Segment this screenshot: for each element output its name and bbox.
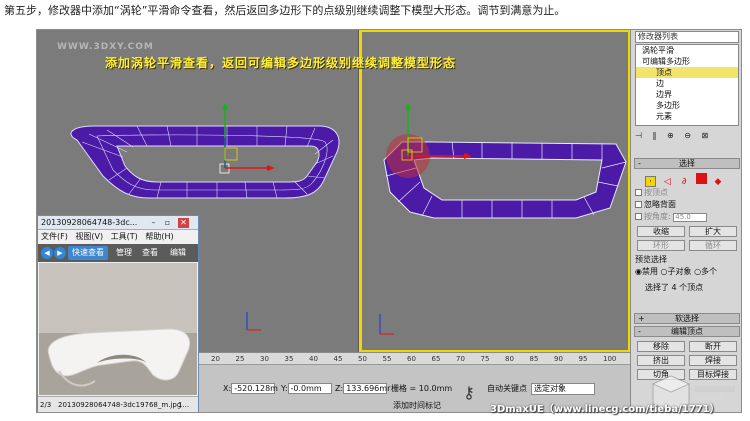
set-key-icon[interactable]: ⚷ <box>457 381 481 405</box>
ruler-tick-label: 35 <box>284 355 294 363</box>
viewport-right-scene <box>379 102 627 335</box>
viewer-title: 20130928064748-3dc... <box>41 218 138 227</box>
view-button[interactable]: 查看 <box>142 244 158 262</box>
bench-photo <box>39 263 197 395</box>
modifier-stack[interactable]: 涡轮平滑 可编辑多边形 顶点 边 边界 多边形 元素 <box>635 44 739 126</box>
extrude-button[interactable]: 挤出 <box>637 355 685 366</box>
shrink-button[interactable]: 收缩 <box>637 226 685 237</box>
time-ruler[interactable]: 20 25 30 35 40 45 50 55 60 65 70 75 80 85 90 95 100 <box>193 353 630 365</box>
axis-tripod-right <box>379 314 394 335</box>
stack-item-element[interactable]: 元素 <box>636 111 738 122</box>
ruler-tick-label: 70 <box>456 355 465 363</box>
maximize-icon[interactable]: ▫ <box>162 218 173 228</box>
selected-object-dropdown[interactable]: 选定对象 <box>531 383 595 395</box>
add-time-tag[interactable]: 添加时间标记 <box>393 400 441 412</box>
ruler-tick-label: 80 <box>505 355 514 363</box>
ruler-tick-label: 55 <box>382 355 392 363</box>
viewport-banner: 添加涡轮平滑查看，返回可编辑多边形级别继续调整模型形态 <box>105 56 457 70</box>
ruler-tick-label: 85 <box>529 355 539 363</box>
footer-watermark: 3DmaxUE（www.linecg.com/tieba/1771） <box>490 404 720 415</box>
radio-subobject-icon[interactable]: ○ <box>661 267 668 276</box>
ruler-tick-label: 90 <box>554 355 563 363</box>
modifier-list-dropdown[interactable]: 修改器列表 <box>635 31 739 43</box>
by-vertex-checkbox[interactable]: 按顶点 <box>635 187 739 199</box>
turbosmooth-mesh-inner <box>116 145 320 183</box>
break-button[interactable]: 断开 <box>689 341 737 352</box>
remove-button[interactable]: 移除 <box>637 341 685 352</box>
polygon-mode-icon[interactable] <box>695 173 707 184</box>
stack-item-turbosmooth[interactable]: 涡轮平滑 <box>636 45 738 56</box>
viewer-menubar: 文件(F) 视图(V) 工具(T) 帮助(H) <box>38 231 198 243</box>
vertex-mode-icon[interactable]: · <box>645 176 656 187</box>
loop-button[interactable]: 循环 <box>689 240 737 251</box>
status-extra: 1... <box>178 401 190 409</box>
radio-multi-icon[interactable]: ○ <box>694 267 701 276</box>
stack-item-border[interactable]: 边界 <box>636 89 738 100</box>
ruler-tick-label: 20 <box>211 355 220 363</box>
ignore-backfacing-checkbox[interactable]: 忽略背面 <box>635 199 739 211</box>
menu-tools[interactable]: 工具(T) <box>111 232 138 241</box>
stack-tool-icons[interactable]: ⊣ ‖ ⊕ ⊖ ⊠ <box>635 130 739 142</box>
forward-icon[interactable]: ▶ <box>54 247 66 259</box>
y-coordinate[interactable]: Y: -0.0mm <box>281 383 332 395</box>
ruler-tick-label: 50 <box>358 355 367 363</box>
edit-vertices-rollout[interactable]: - 编辑顶点 <box>634 326 740 337</box>
by-angle-checkbox[interactable]: 按角度: 45.0 <box>635 211 739 223</box>
viewport-right-active[interactable] <box>360 30 630 352</box>
ruler-tick-label: 40 <box>309 355 318 363</box>
grid-size: 栅格 = 10.0mm <box>391 384 453 393</box>
stack-item-editable-poly[interactable]: 可编辑多边形 <box>636 56 738 67</box>
grow-button[interactable]: 扩大 <box>689 226 737 237</box>
z-coordinate[interactable]: Z: 133.696mr <box>335 383 390 395</box>
bench-photo-art <box>39 263 197 395</box>
ruler-tick-label: 65 <box>431 355 441 363</box>
ruler-tick-label: 25 <box>235 355 245 363</box>
preview-selection-radios[interactable]: ◉禁用 ○子对象 ○多个 <box>635 266 739 278</box>
menu-help[interactable]: 帮助(H) <box>145 232 173 241</box>
quick-view-button[interactable]: 快速查看 <box>68 246 108 260</box>
selection-info: 选择了 4 个顶点 <box>645 283 704 292</box>
viewer-toolbar: ◀ ▶ 快速查看 管理 查看 编辑 <box>38 244 198 262</box>
ruler-tick-label: 45 <box>333 355 343 363</box>
stack-item-edge[interactable]: 边 <box>636 78 738 89</box>
ruler-tick-label: 100 <box>603 355 617 363</box>
manage-button[interactable]: 管理 <box>116 244 132 262</box>
auto-key-button[interactable]: 自动关键点 <box>487 383 527 395</box>
axis-tripod-left <box>246 312 261 331</box>
selection-rollout-header[interactable]: - 选择 <box>634 158 740 169</box>
max-screenshot: WWW.3DXY.COM 添加涡轮平滑查看，返回可编辑多边形级别继续调整模型形态… <box>36 29 742 413</box>
radio-disabled-icon[interactable]: ◉ <box>635 267 642 276</box>
minimize-icon[interactable]: – <box>148 218 159 228</box>
menu-file[interactable]: 文件(F) <box>41 232 68 241</box>
stack-item-polygon[interactable]: 多边形 <box>636 100 738 111</box>
viewer-titlebar[interactable]: 20130928064748-3dc... – ▫ ✕ <box>38 216 198 230</box>
ruler-tick-label: 95 <box>578 355 588 363</box>
photo-viewer-window: 20130928064748-3dc... – ▫ ✕ 文件(F) 视图(V) … <box>37 215 199 412</box>
preview-selection-label: 预览选择 <box>635 255 667 264</box>
status-filename: 20130928064748-3dc19768_m.jpg <box>58 401 182 409</box>
back-icon[interactable]: ◀ <box>41 247 53 259</box>
menu-view[interactable]: 视图(V) <box>75 232 103 241</box>
edit-button[interactable]: 编辑 <box>170 244 186 262</box>
ruler-tick-label: 30 <box>260 355 269 363</box>
ruler-tick-label: 75 <box>480 355 490 363</box>
angle-spinner[interactable]: 45.0 <box>673 213 708 222</box>
tutorial-caption: 第五步，修改器中添加“涡轮”平滑命令查看，然后返回多边形下的点级别继续调整下模型… <box>4 4 566 17</box>
ruler-tick-label: 60 <box>407 355 416 363</box>
status-index: 2/3 <box>40 401 52 409</box>
ring-button[interactable]: 环形 <box>637 240 685 251</box>
soft-selection-rollout[interactable]: + 软选择 <box>634 313 740 324</box>
viewer-statusbar: 2/3 20130928064748-3dc19768_m.jpg 1... <box>38 396 198 412</box>
x-coordinate[interactable]: X: -520.128m <box>223 383 278 395</box>
subobject-icons[interactable]: · ◁ ∂ ◆ <box>645 173 735 187</box>
stack-item-vertex[interactable]: 顶点 <box>636 67 738 78</box>
weld-button[interactable]: 焊接 <box>689 355 737 366</box>
command-panel: 修改器列表 涡轮平滑 可编辑多边形 顶点 边 边界 多边形 元素 ⊣ ‖ ⊕ ⊖… <box>630 30 741 412</box>
close-icon[interactable]: ✕ <box>178 218 189 228</box>
